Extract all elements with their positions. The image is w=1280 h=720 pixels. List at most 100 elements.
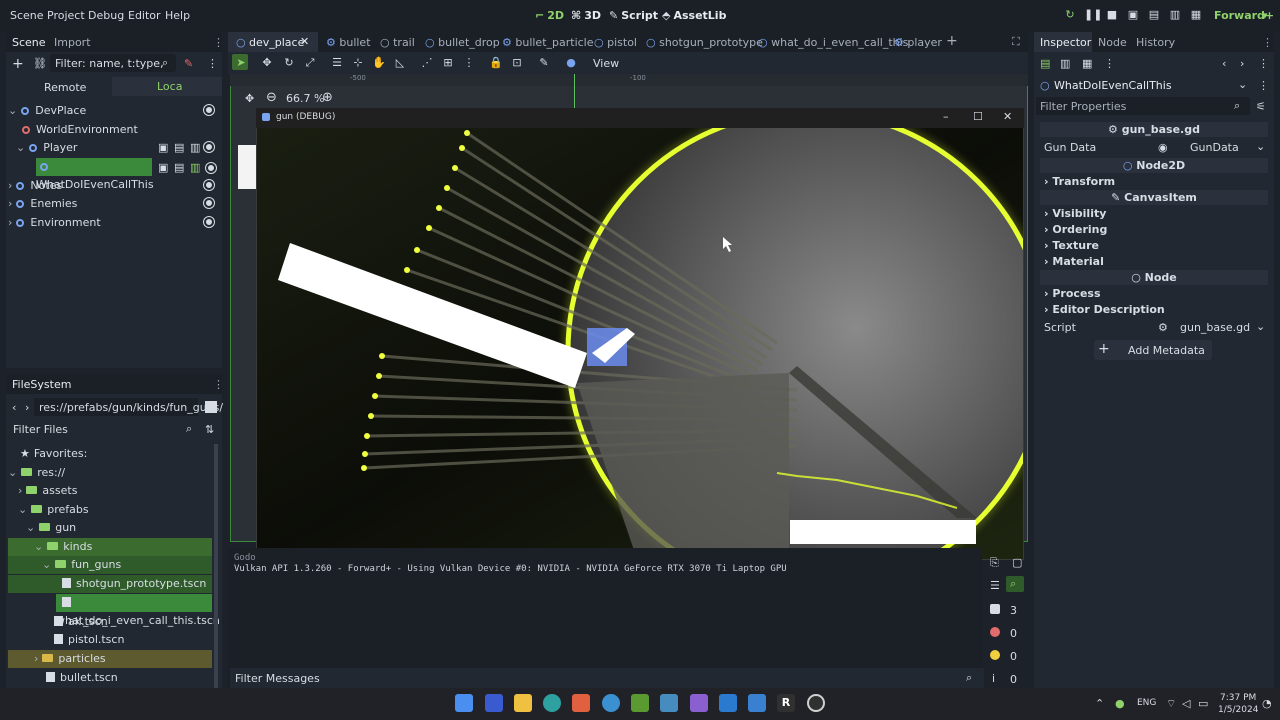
back-icon[interactable]: ‹ (12, 401, 16, 414)
ruler-icon[interactable]: ◺ (393, 56, 407, 70)
reload-icon[interactable]: ↻ (1063, 8, 1077, 22)
object-selector[interactable]: ○ WhatDoIEvenCallThis ⌄ (1036, 76, 1252, 94)
stop-icon[interactable]: ■ (1105, 8, 1119, 22)
clock-date[interactable]: 1/5/2024 (1218, 705, 1258, 715)
bone-icon[interactable]: ✎ (537, 56, 551, 70)
volume-icon[interactable]: ◁ (1182, 697, 1190, 710)
language-indicator[interactable]: ENG (1137, 698, 1156, 708)
category-visibility[interactable]: › Visibility (1044, 207, 1106, 220)
pause-icon[interactable]: ❚❚ (1084, 8, 1102, 22)
rider-icon[interactable]: R (777, 694, 795, 712)
close-icon[interactable]: ✕ (1003, 110, 1012, 123)
move-icon[interactable]: ✥ (260, 56, 274, 70)
search-toggle-button[interactable]: ⌕ (1006, 576, 1024, 592)
visibility-icon[interactable] (204, 198, 214, 208)
menu-debug[interactable]: Debug (88, 9, 124, 22)
visibility-icon[interactable] (204, 180, 214, 190)
clock-time[interactable]: 7:37 PM (1220, 693, 1256, 703)
tree-item-whatdoievencallthis[interactable]: WhatDoIEvenCallThis (36, 158, 154, 191)
menu-scene[interactable]: Scene (10, 9, 44, 22)
close-icon[interactable]: ✕ (300, 35, 309, 48)
tree-item-devplace[interactable]: ⌄ DevPlace (8, 102, 218, 120)
battery-icon[interactable]: ▭ (1198, 697, 1208, 710)
app-icon[interactable] (602, 694, 620, 712)
tree-item-enemies[interactable]: › Enemies (8, 195, 218, 213)
filter-files-input[interactable]: Filter Files ⌕ (8, 420, 198, 438)
history-back-icon[interactable]: ‹ (1222, 57, 1226, 70)
fs-what-do-i-even-call-this[interactable]: what_do_i_even_call_this.tscn (56, 594, 220, 627)
remote-tab[interactable]: Remote (44, 81, 86, 94)
forward-icon[interactable]: › (25, 401, 29, 414)
info-count[interactable]: ⅰ0 (984, 670, 1024, 690)
edge-icon[interactable] (543, 694, 561, 712)
visibility-icon[interactable] (204, 142, 214, 152)
category-transform[interactable]: › Transform (1044, 175, 1115, 188)
list-icon[interactable]: ☰ (330, 56, 344, 70)
category-editor-description[interactable]: › Editor Description (1044, 303, 1165, 316)
local-tab[interactable]: Loca (112, 77, 222, 96)
tree-item-notes[interactable]: › Notes (8, 177, 218, 195)
minecraft-icon[interactable] (631, 694, 649, 712)
tab-what-do-i-even-call-this[interactable]: ○ what_do_i_even_call_this (758, 36, 908, 49)
view-menu[interactable]: View (593, 57, 619, 70)
tab-shotgun-prototype[interactable]: ○ shotgun_prototype (646, 36, 763, 49)
fs-res[interactable]: ⌄ res:// (8, 464, 212, 482)
filter-options-icon[interactable]: ⚟ (1256, 100, 1266, 113)
script-icon[interactable]: ▤ (174, 161, 184, 174)
filter-properties-input[interactable]: Filter Properties ⌕ (1036, 97, 1250, 115)
fs-prefabs[interactable]: ⌄ prefabs (8, 501, 212, 519)
script-icon[interactable]: ▥ (190, 139, 200, 157)
bitwarden-icon[interactable] (485, 694, 503, 712)
workspace-script-button[interactable]: ✎ Script (609, 9, 658, 22)
new-resource-icon[interactable]: ▤ (1040, 57, 1050, 70)
fs-gun[interactable]: ⌄ gun (8, 519, 212, 537)
tab-node[interactable]: Node (1098, 36, 1127, 49)
history-forward-icon[interactable]: › (1240, 57, 1244, 70)
dock-menu-icon[interactable]: ⋮ (1262, 36, 1273, 49)
scene-menu-icon[interactable]: ⋮ (207, 57, 218, 70)
workspace-assetlib-button[interactable]: ⬘ AssetLib (662, 9, 726, 22)
clear-icon[interactable]: ⎘ (990, 556, 999, 570)
pivot-icon[interactable]: ⊹ (351, 56, 365, 70)
pan-icon[interactable]: ✋ (372, 56, 386, 70)
fs-particles[interactable]: › particles (8, 650, 212, 668)
figma-icon[interactable] (572, 694, 590, 712)
inspector-menu-icon[interactable]: ⋮ (1258, 57, 1269, 70)
menu-project[interactable]: Project (47, 9, 85, 22)
category-ordering[interactable]: › Ordering (1044, 223, 1107, 236)
workspace-3d-button[interactable]: ⌘ 3D (571, 9, 601, 22)
tab-bullet-particle[interactable]: ⚙ bullet_particle (502, 36, 594, 49)
workspace-2d-button[interactable]: ⌐ 2D (535, 9, 564, 22)
tab-dev-place[interactable]: ○ dev_place ✕ (228, 32, 318, 52)
visibility-icon[interactable] (204, 105, 214, 115)
wifi-icon[interactable]: ⌔ (1166, 697, 1176, 711)
script-attach-icon[interactable]: ✎ (184, 57, 193, 70)
movie-icon[interactable]: ▤ (1147, 8, 1161, 22)
fs-kinds[interactable]: ⌄ kinds (8, 538, 212, 556)
fs-favorites[interactable]: ★ Favorites: (8, 445, 212, 463)
instance-icon[interactable]: ▣ (158, 139, 168, 157)
snap-options-icon[interactable]: ⋮ (462, 56, 476, 70)
warnings-count[interactable]: 0 (984, 647, 1024, 667)
play-custom-icon[interactable]: ▦ (1189, 8, 1203, 22)
add-metadata-button[interactable]: + Add Metadata (1094, 340, 1212, 360)
grid-snap-icon[interactable]: ⊞ (441, 56, 455, 70)
notification-icon[interactable]: ◔ (1262, 697, 1272, 710)
path-input[interactable]: res://prefabs/gun/kinds/fun_guns/ (34, 398, 223, 416)
tree-item-worldenvironment[interactable]: WorldEnvironment (8, 121, 218, 139)
mic-icon[interactable]: ● (1115, 697, 1125, 710)
tree-item-player[interactable]: ⌄ Player ▣ ▤ ▥ (8, 139, 218, 157)
remote-debug-icon[interactable]: ▣ (1126, 8, 1140, 22)
fs-shotgun-prototype[interactable]: shotgun_prototype.tscn (8, 575, 212, 593)
instance-icon[interactable]: ▣ (158, 161, 168, 174)
fs-bullet[interactable]: bullet.tscn (8, 669, 212, 687)
visibility-icon[interactable] (204, 217, 214, 227)
visibility-icon[interactable] (206, 163, 216, 173)
vscode-icon[interactable] (719, 694, 737, 712)
toggle-split-icon[interactable] (205, 401, 217, 413)
tab-filesystem[interactable]: FileSystem (12, 378, 71, 391)
save-icon[interactable]: ▦ (1082, 57, 1092, 70)
fs-pistol[interactable]: pistol.tscn (8, 631, 212, 649)
category-material[interactable]: › Material (1044, 255, 1104, 268)
minimize-icon[interactable]: – (943, 110, 949, 123)
